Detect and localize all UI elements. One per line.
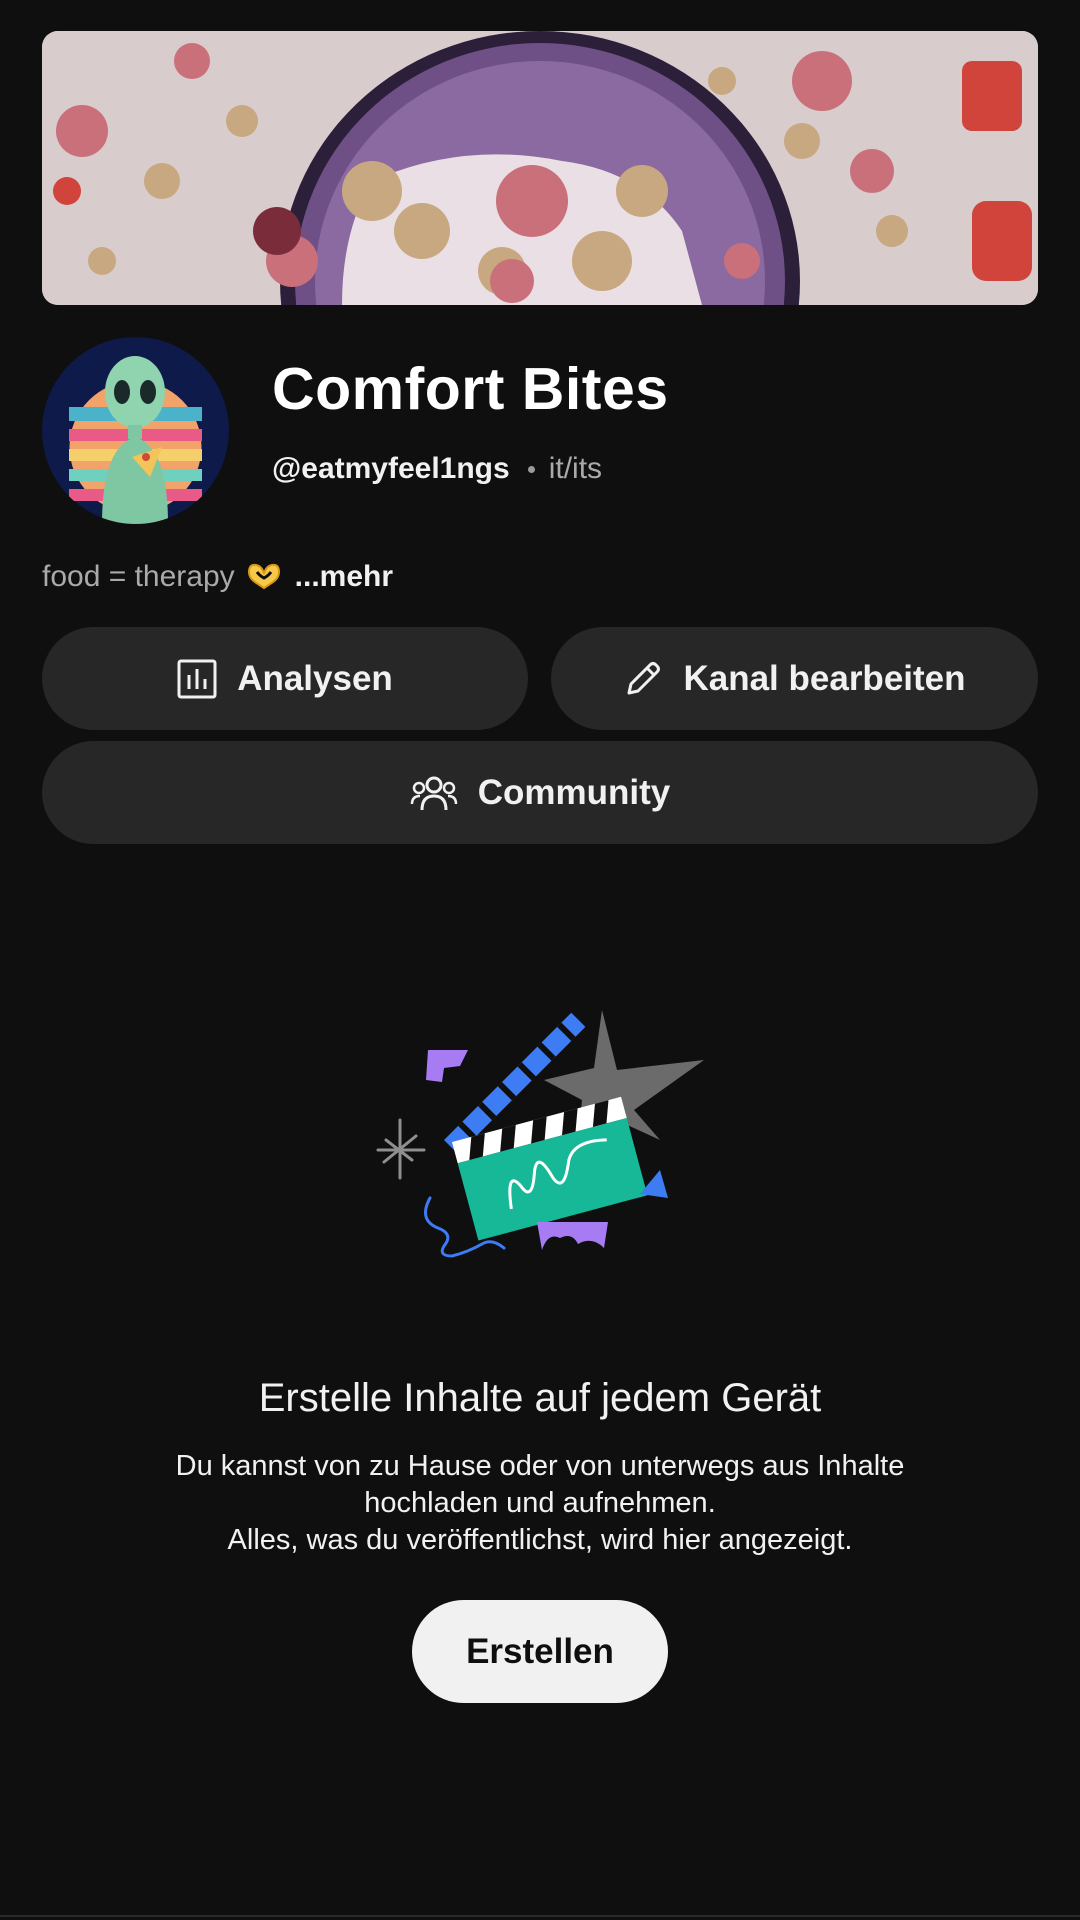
channel-banner	[42, 31, 1038, 305]
community-button[interactable]: Community	[42, 741, 1038, 844]
create-content-illustration	[372, 1000, 712, 1270]
empty-state-description: Du kannst von zu Hause oder von unterweg…	[80, 1448, 1000, 1559]
empty-state-description-line: Alles, was du veröffentlichst, wird hier…	[227, 1524, 853, 1556]
channel-title: Comfort Bites	[272, 356, 669, 422]
people-icon	[410, 774, 458, 812]
pencil-icon	[623, 659, 663, 699]
community-button-label: Community	[477, 772, 671, 812]
empty-state-description-line: Du kannst von zu Hause oder von unterweg…	[175, 1450, 905, 1482]
analytics-button-label: Analysen	[237, 658, 393, 698]
channel-bio[interactable]: food = therapy ...mehr	[42, 562, 393, 592]
channel-handle: @eatmyfeel1ngs	[272, 452, 510, 485]
channel-avatar[interactable]	[42, 337, 229, 524]
create-button[interactable]: Erstellen	[412, 1600, 668, 1703]
bar-chart-icon	[177, 659, 217, 699]
heart-hands-emoji-icon	[245, 562, 283, 592]
edit-channel-button-label: Kanal bearbeiten	[683, 658, 966, 698]
channel-pronouns: it/its	[548, 452, 603, 485]
bio-more-link[interactable]: ...mehr	[295, 562, 393, 592]
empty-state-description-line: hochladen und aufnehmen.	[364, 1487, 716, 1519]
bio-text: food = therapy	[42, 560, 235, 593]
channel-meta-row: @eatmyfeel1ngs it/its	[272, 454, 602, 484]
analytics-button[interactable]: Analysen	[42, 627, 528, 730]
separator-dot	[527, 465, 535, 473]
edit-channel-button[interactable]: Kanal bearbeiten	[551, 627, 1038, 730]
create-button-label: Erstellen	[466, 1631, 614, 1671]
empty-state-title: Erstelle Inhalte auf jedem Gerät	[258, 1376, 822, 1420]
bottom-divider	[0, 1915, 1080, 1917]
